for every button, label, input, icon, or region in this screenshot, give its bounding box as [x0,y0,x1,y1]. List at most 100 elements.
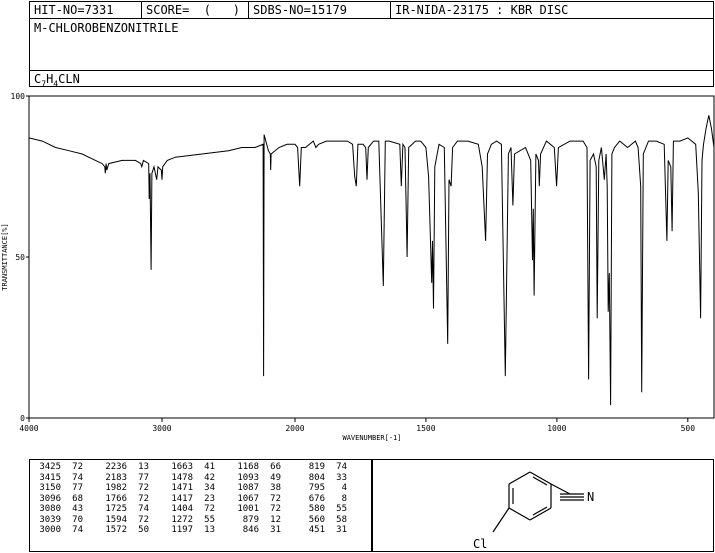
peak-transmittance: 23 [204,493,215,504]
peak-wavenumber: 1594 [105,514,127,525]
peak-row: 1471 34 [165,484,215,495]
peak-transmittance: 72 [138,514,149,525]
y-tick-label: 100 [11,92,26,101]
peak-column: 1663 41 1478 42 1471 34 1417 23 1404 72 1272 55 1197… [165,463,215,537]
peak-wavenumber: 1404 [171,504,193,514]
peak-wavenumber: 1272 [171,514,193,525]
peak-transmittance: 33 [336,472,347,483]
peak-row: 819 74 [297,463,347,474]
peak-row: 1982 72 [99,484,149,495]
peak-transmittance: 58 [336,514,347,525]
peak-transmittance: 68 [72,493,83,504]
peak-transmittance: 70 [72,514,83,525]
x-tick-label: 3000 [152,424,171,433]
peak-transmittance: 41 [204,462,215,472]
structure-panel: N Cl [372,459,714,552]
peak-row: 1404 72 [165,505,215,516]
peak-row: 451 31 [297,526,347,537]
peak-row: 1087 38 [231,484,281,495]
y-axis: 100 50 0 [11,92,29,423]
peak-row: 846 31 [231,526,281,537]
peak-wavenumber: 804 [308,472,325,483]
peak-column: 2236 13 2183 77 1982 72 1766 72 1725 74 1594 72 1572… [99,463,149,537]
y-tick-label: 0 [20,414,25,423]
peak-transmittance: 72 [72,462,83,472]
peak-row: 3080 43 [33,505,83,516]
molecule-structure: N Cl [473,471,594,551]
transmittance-curve [28,115,715,406]
peak-transmittance: 13 [138,462,149,472]
peak-row: 795 4 [297,484,347,495]
peak-transmittance: 72 [270,504,281,514]
peak-transmittance: 42 [204,472,215,483]
peak-transmittance: 66 [270,462,281,472]
chlorine-label: Cl [473,537,487,551]
peak-wavenumber: 1001 [237,504,259,514]
peak-wavenumber: 3150 [39,483,61,493]
peak-transmittance: 13 [204,525,215,535]
x-tick-label: 4000 [19,424,38,433]
peak-row: 3425 72 [33,463,83,474]
peak-transmittance: 72 [204,504,215,514]
peak-wavenumber: 560 [308,514,325,525]
x-tick-label: 1000 [547,424,566,433]
peak-wavenumber: 1087 [237,483,259,493]
peak-row: 3000 74 [33,526,83,537]
peak-wavenumber: 580 [308,504,325,514]
peak-transmittance: 77 [72,483,83,493]
peak-wavenumber: 3425 [39,462,61,472]
peak-row: 1572 50 [99,526,149,537]
peak-transmittance: 77 [138,472,149,483]
x-tick-label: 1500 [416,424,435,433]
peak-column: 1168 66 1093 49 1087 38 1067 72 1001 72 879 12 846 31 [231,463,281,537]
peak-wavenumber: 879 [242,514,259,525]
peak-row: 580 55 [297,505,347,516]
peak-row: 1001 72 [231,505,281,516]
peak-wavenumber: 1067 [237,493,259,504]
peak-wavenumber: 795 [308,483,325,493]
peak-transmittance: 74 [72,525,83,535]
x-axis: 4000 3000 2000 1500 1000 500 [19,418,695,433]
peak-wavenumber: 2183 [105,472,127,483]
x-tick-label: 500 [681,424,696,433]
peak-transmittance: 74 [336,462,347,472]
peak-row: 1197 13 [165,526,215,537]
peak-transmittance: 72 [270,493,281,504]
nitrogen-label: N [587,490,594,504]
peak-transmittance: 72 [138,493,149,504]
x-tick-label: 2000 [285,424,304,433]
peak-transmittance: 50 [138,525,149,535]
peak-column: 819 74 804 33 795 4 676 8 580 55 560 58 451 31 [297,463,347,537]
peak-wavenumber: 1478 [171,472,193,483]
peak-transmittance: 43 [72,504,83,514]
peak-transmittance: 49 [270,472,281,483]
peak-column: 3425 72 3415 74 3150 77 3096 68 3080 43 3039 70 3000… [33,463,83,537]
peak-wavenumber: 3000 [39,525,61,535]
peak-wavenumber: 1766 [105,493,127,504]
peak-transmittance: 31 [270,525,281,535]
peak-transmittance: 74 [138,504,149,514]
peak-wavenumber: 3080 [39,504,61,514]
peak-wavenumber: 1417 [171,493,193,504]
peak-row: 1725 74 [99,505,149,516]
peak-wavenumber: 3039 [39,514,61,525]
peak-transmittance: 34 [204,483,215,493]
y-tick-label: 50 [15,253,25,262]
peak-transmittance: 55 [336,504,347,514]
peak-transmittance: 74 [72,472,83,483]
peak-wavenumber: 1572 [105,525,127,535]
peak-row: 2236 13 [99,463,149,474]
peak-wavenumber: 451 [308,525,325,535]
peak-transmittance: 31 [336,525,347,535]
y-axis-label: TRANSMITTANCE[%] [1,223,9,290]
peak-wavenumber: 1168 [237,462,259,472]
peak-transmittance: 12 [270,514,281,525]
peak-wavenumber: 1471 [171,483,193,493]
peak-wavenumber: 1197 [171,525,193,535]
peak-wavenumber: 846 [242,525,259,535]
peak-transmittance: 72 [138,483,149,493]
peak-wavenumber: 3415 [39,472,61,483]
peak-transmittance: 55 [204,514,215,525]
peak-transmittance: 8 [341,493,347,504]
peak-wavenumber: 1093 [237,472,259,483]
